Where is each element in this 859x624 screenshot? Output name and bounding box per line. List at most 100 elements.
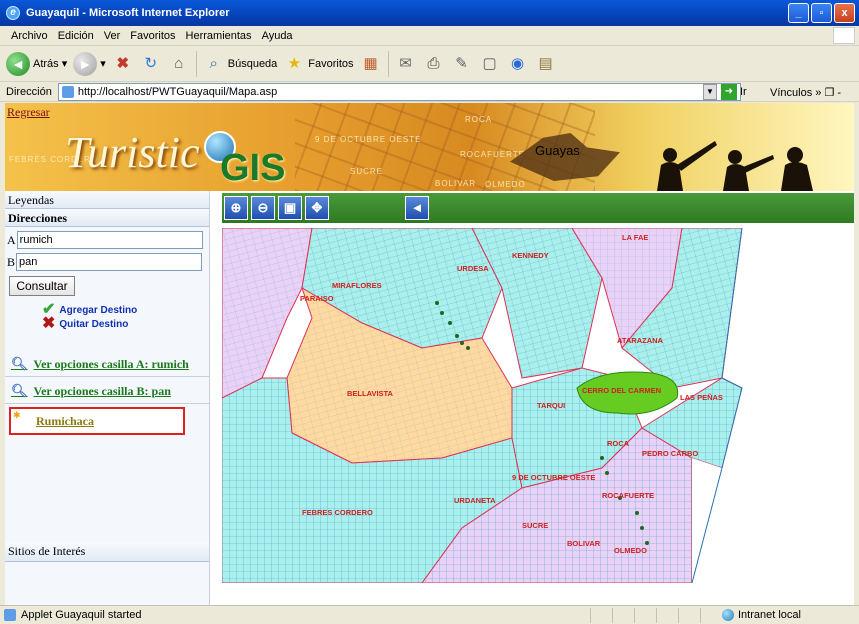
full-extent-icon[interactable]: ▣ xyxy=(278,196,302,220)
zone-label: Intranet local xyxy=(738,609,801,621)
minimize-button[interactable]: _ xyxy=(788,3,809,23)
ie-icon: e xyxy=(6,6,20,20)
go-button[interactable]: ➜ Ir xyxy=(721,84,747,100)
map-label: MIRAFLORES xyxy=(332,281,382,290)
star-icon: ★ xyxy=(287,54,302,72)
home-icon[interactable]: ⌂ xyxy=(168,53,190,75)
logo-text: Turistic xyxy=(65,128,200,177)
banner-street-label: OLMEDO xyxy=(485,180,526,189)
menu-ver[interactable]: Ver xyxy=(99,30,126,42)
research-icon[interactable]: ▤ xyxy=(535,53,557,75)
map-label: CERRO DEL CARMEN xyxy=(582,386,661,395)
left-panel: Leyendas Direcciones A B Consultar ✔ Agr… xyxy=(5,191,210,605)
field-b-input[interactable] xyxy=(16,253,203,271)
map-label: 9 DE OCTUBRE OESTE xyxy=(512,473,595,482)
map-label: PARAISO xyxy=(300,294,334,303)
window-titlebar: e Guayaquil - Microsoft Internet Explore… xyxy=(0,0,859,26)
menu-archivo[interactable]: Archivo xyxy=(6,30,53,42)
refresh-icon[interactable]: ↻ xyxy=(140,53,162,75)
field-b-row: B xyxy=(5,253,209,271)
edit-icon[interactable]: ✎ xyxy=(451,53,473,75)
map-label: ATARAZANA xyxy=(617,336,664,345)
map-label: URDESA xyxy=(457,264,489,273)
map-label: PEDRO CARBO xyxy=(642,449,698,458)
banner-street-label: ROCA xyxy=(465,115,493,124)
map-label: BOLIVAR xyxy=(567,539,601,548)
option-b-link[interactable]: 🔍︎ Ver opciones casilla B: pan xyxy=(11,383,171,399)
map-label: LA FAE xyxy=(622,233,648,242)
option-a-label: Ver opciones casilla A: rumich xyxy=(33,356,189,371)
magnifier-icon: 🔍︎ xyxy=(11,356,28,371)
map-label: SUCRE xyxy=(522,521,548,530)
consult-button[interactable]: Consultar xyxy=(9,276,75,296)
address-bar: Dirección http://localhost/PWTGuayaquil/… xyxy=(0,82,859,102)
back-arrow-icon: ◄ xyxy=(6,51,30,76)
media-icon[interactable]: ▦ xyxy=(360,53,382,75)
bullet-star-icon: ✱ xyxy=(13,410,21,420)
banner-street-label: 9 DE OCTUBRE OESTE xyxy=(315,135,422,144)
page-icon xyxy=(61,85,74,98)
field-a-input[interactable] xyxy=(16,231,203,249)
address-url: http://localhost/PWTGuayaquil/Mapa.asp xyxy=(77,85,278,98)
add-destination-link[interactable]: ✔ Agregar Destino xyxy=(42,302,137,318)
menu-herramientas[interactable]: Herramientas xyxy=(181,30,257,42)
favorites-button[interactable]: ★ Favoritos xyxy=(283,53,354,75)
search-button[interactable]: ⌕ Búsqueda xyxy=(203,53,278,75)
menu-favoritos[interactable]: Favoritos xyxy=(125,30,180,42)
print-icon[interactable]: ⎙ xyxy=(423,53,445,75)
places-header[interactable]: Sitios de Interés xyxy=(5,542,209,562)
maximize-button[interactable]: ▫ xyxy=(811,3,832,23)
back-button[interactable]: ◄ Atrás ▾ xyxy=(6,51,67,76)
banner-street-label: BOLIVAR xyxy=(435,179,477,188)
city-map[interactable]: LA FAE KENNEDY MIRAFLORES URDESA PARAISO… xyxy=(222,228,854,583)
result-item[interactable]: ✱ Rumichaca xyxy=(9,407,185,435)
map-label: ROCAFUERTE xyxy=(602,491,654,500)
close-button[interactable]: x xyxy=(834,3,855,23)
forward-button[interactable]: ► ▾ xyxy=(73,51,106,76)
address-input[interactable]: http://localhost/PWTGuayaquil/Mapa.asp xyxy=(57,82,741,101)
banner-street-label: SUCRE xyxy=(350,167,384,176)
window-controls: _ ▫ x xyxy=(788,3,855,23)
menu-bar: Archivo Edición Ver Favoritos Herramient… xyxy=(0,26,859,46)
people-silhouettes-image xyxy=(657,141,813,191)
field-a-row: A xyxy=(5,231,209,249)
menu-edicion[interactable]: Edición xyxy=(53,30,99,42)
back-arrow-icon[interactable]: ◄ xyxy=(405,196,429,220)
pan-icon[interactable]: ✥ xyxy=(305,196,329,220)
go-label: Ir xyxy=(740,86,747,98)
forward-arrow-icon: ► xyxy=(73,51,98,76)
address-dropdown[interactable]: ▼ xyxy=(703,84,717,100)
menu-ayuda[interactable]: Ayuda xyxy=(257,30,298,42)
zoom-out-icon[interactable]: ⊖ xyxy=(251,196,275,220)
directions-header[interactable]: Direcciones xyxy=(5,209,209,227)
stop-icon[interactable]: ✖ xyxy=(112,53,134,75)
map-label: LAS PEÑAS xyxy=(680,393,723,402)
windows-logo-icon xyxy=(833,27,855,44)
remove-destination-link[interactable]: ✖ Quitar Destino xyxy=(42,316,129,332)
web-page: 9 DE OCTUBRE OESTE ROCAFUERTE SUCRE BOLI… xyxy=(5,103,854,605)
back-link[interactable]: Regresar xyxy=(7,105,50,120)
back-label: Atrás xyxy=(33,57,59,70)
option-a-link[interactable]: 🔍︎ Ver opciones casilla A: rumich xyxy=(11,356,189,372)
region-label: Guayas xyxy=(535,143,580,158)
map-label: ROCA xyxy=(607,439,630,448)
go-arrow-icon: ➜ xyxy=(721,84,737,100)
legends-header[interactable]: Leyendas xyxy=(5,191,209,209)
map-label: FEBRES CORDERO xyxy=(302,508,373,517)
result-link[interactable]: Rumichaca xyxy=(36,414,94,429)
map-label: OLMEDO xyxy=(614,546,647,555)
links-button[interactable]: Vínculos » ❐ - xyxy=(770,86,841,99)
option-b-label: Ver opciones casilla B: pan xyxy=(33,383,171,398)
address-label: Dirección xyxy=(6,85,52,98)
remove-destination-label: Quitar Destino xyxy=(59,318,129,330)
discuss-icon[interactable]: ▢ xyxy=(479,53,501,75)
window-title: Guayaquil - Microsoft Internet Explorer xyxy=(26,7,230,19)
chevron-down-icon: ▾ xyxy=(100,58,106,70)
messenger-icon[interactable]: ◉ xyxy=(507,53,529,75)
page-icon xyxy=(4,609,16,621)
search-label: Búsqueda xyxy=(227,57,278,70)
map-label: URDANETA xyxy=(454,496,496,505)
mail-icon[interactable]: ✉ xyxy=(395,53,417,75)
zoom-in-icon[interactable]: ⊕ xyxy=(224,196,248,220)
logo-gis: GIS xyxy=(220,147,286,189)
